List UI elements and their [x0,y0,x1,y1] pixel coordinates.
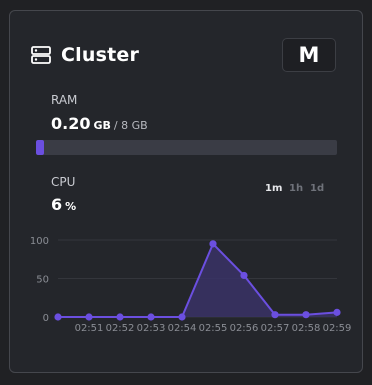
cpu-data-point [240,271,248,280]
cpu-data-point [147,313,155,321]
cpu-data-point [209,240,217,248]
x-tick-label: 02:55 [199,323,228,334]
cpu-data-point [178,313,186,321]
cpu-data-point [116,313,124,321]
cpu-data-point [85,313,93,321]
cpu-data-point [271,311,279,319]
x-tick-label: 02:53 [137,323,166,334]
cpu-data-point [54,313,62,321]
x-tick-label: 02:59 [323,323,352,334]
x-tick-label: 02:56 [230,323,259,334]
cpu-usage-chart: 10050002:51 02:52 02:53 02:54 02:55 02:56 02:5… [30,236,352,334]
y-tick-label: 100 [30,236,49,247]
cpu-data-point [333,308,341,316]
x-tick-label: 02:57 [261,323,290,334]
y-tick-label: 0 [43,313,49,324]
cpu-data-point [302,311,310,319]
x-tick-label: 02:51 [75,323,104,334]
x-tick-label: 02:52 [106,323,135,334]
y-tick-label: 50 [36,275,49,286]
x-tick-label: 02:58 [292,323,321,334]
x-tick-label: 02:54 [168,323,197,334]
